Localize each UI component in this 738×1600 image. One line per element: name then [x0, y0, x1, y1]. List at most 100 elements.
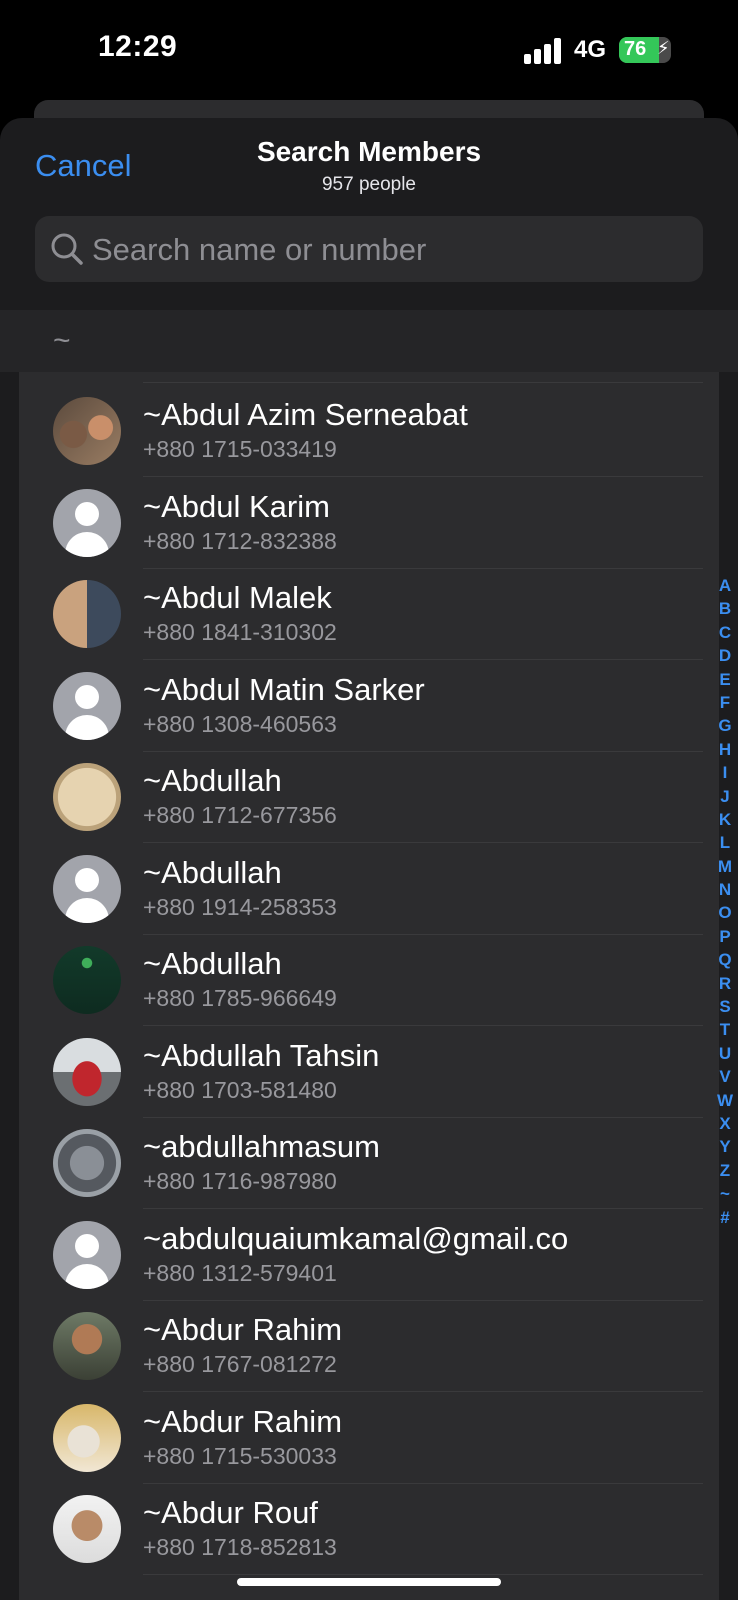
index-letter[interactable]: B [716, 597, 734, 620]
avatar [53, 1312, 121, 1380]
member-name: ~Abdul Azim Serneabat [143, 397, 468, 432]
row-separator [143, 1574, 703, 1575]
status-time: 12:29 [98, 30, 178, 63]
member-name: ~Abdullah Tahsin [143, 1037, 380, 1073]
member-phone: +880 1312-579401 [143, 1259, 337, 1286]
search-members-sheet: Cancel Search Members 957 people Search … [0, 118, 738, 1600]
index-letter[interactable]: C [716, 621, 734, 644]
avatar [53, 1495, 121, 1563]
index-letter[interactable]: A [716, 574, 734, 597]
avatar-head-shape [75, 684, 99, 709]
index-letter[interactable]: I [716, 761, 734, 784]
member-name: ~Abdullah [143, 763, 282, 798]
charging-bolt-icon: ⚡ [657, 38, 670, 58]
avatar-body-shape [65, 531, 109, 557]
member-name: ~Abdul Karim [143, 488, 330, 524]
avatar [53, 580, 121, 648]
member-name: ~Abdul Malek [143, 580, 332, 615]
alphabet-index[interactable]: A B C D E F G H I J K L M N O P Q R S T U V W X Y Z ~ # [716, 574, 734, 1229]
search-placeholder: Search name or number [92, 232, 427, 267]
member-count: 957 people [321, 174, 417, 195]
member-name: ~abdullahmasum [143, 1129, 380, 1164]
default-avatar-icon [53, 488, 121, 557]
member-row[interactable]: ~Abdur Rahim +880 1715-530033 [19, 1391, 719, 1484]
avatar-head-shape [75, 501, 99, 526]
index-letter[interactable]: L [716, 831, 734, 854]
member-phone: +880 1785-966649 [143, 985, 337, 1011]
avatar-body-shape [65, 714, 109, 740]
avatar [53, 763, 121, 831]
avatar [53, 1129, 121, 1197]
avatar [53, 397, 121, 465]
index-letter[interactable]: J [716, 785, 734, 808]
home-indicator[interactable] [237, 1578, 501, 1586]
index-letter[interactable]: V [716, 1065, 734, 1088]
index-letter[interactable]: F [716, 691, 734, 714]
sheet-title: Search Members [256, 136, 482, 167]
member-phone: +880 1712-832388 [143, 527, 337, 554]
section-label: ~ [53, 324, 71, 357]
cellular-signal-icon [524, 38, 564, 64]
member-phone: +880 1767-081272 [143, 1351, 337, 1377]
member-row[interactable]: ~Abdullah Tahsin +880 1703-581480 [19, 1025, 719, 1118]
default-avatar-icon [53, 854, 121, 923]
avatar [53, 1403, 121, 1472]
member-phone: +880 1715-033419 [143, 436, 337, 462]
index-letter[interactable]: N [716, 878, 734, 901]
avatar [53, 946, 121, 1014]
member-row[interactable]: ~Abdul Matin Sarker +880 1308-460563 [19, 659, 719, 752]
member-row[interactable]: ~Abdul Malek +880 1841-310302 [19, 567, 719, 660]
index-letter[interactable]: R [716, 972, 734, 995]
default-avatar-icon [53, 671, 121, 740]
member-row[interactable]: ~Abdullah +880 1785-966649 [19, 933, 719, 1026]
section-header: ~ [0, 310, 738, 372]
member-phone: +880 1712-677356 [143, 802, 337, 828]
index-letter[interactable]: Q [716, 948, 734, 971]
index-letter[interactable]: M [716, 855, 734, 878]
index-letter[interactable]: W [716, 1089, 734, 1112]
index-letter[interactable]: S [716, 995, 734, 1018]
list-separator [143, 382, 703, 383]
member-name: ~abdulquaiumkamal@gmail.co [143, 1220, 569, 1256]
index-letter[interactable]: D [716, 644, 734, 667]
index-letter[interactable]: P [716, 925, 734, 948]
member-row[interactable]: ~Abdullah +880 1712-677356 [19, 750, 719, 843]
member-row[interactable]: ~Abdur Rouf +880 1718-852813 [19, 1482, 719, 1575]
avatar-head-shape [75, 867, 99, 892]
member-row[interactable]: ~Abdur Rahim +880 1767-081272 [19, 1299, 719, 1392]
avatar-body-shape [65, 1263, 109, 1289]
member-row[interactable]: ~Abdul Karim +880 1712-832388 [19, 476, 719, 569]
avatar-head-shape [75, 1233, 99, 1258]
index-letter[interactable]: O [716, 901, 734, 924]
member-name: ~Abdullah [143, 854, 282, 890]
search-field[interactable]: Search name or number [35, 216, 703, 282]
network-type: 4G [574, 36, 607, 63]
index-letter[interactable]: Y [716, 1135, 734, 1158]
avatar-body-shape [65, 897, 109, 923]
index-letter[interactable]: H [716, 738, 734, 761]
battery-percent: 76 [624, 38, 647, 60]
index-letter[interactable]: U [716, 1042, 734, 1065]
member-phone: +880 1715-530033 [143, 1442, 337, 1469]
member-name: ~Abdur Rahim [143, 1312, 343, 1347]
index-letter[interactable]: E [716, 668, 734, 691]
index-letter[interactable]: X [716, 1112, 734, 1135]
index-letter[interactable]: G [716, 714, 734, 737]
status-bar: 12:29 4G 76 ⚡ [0, 0, 738, 100]
search-icon [51, 233, 83, 265]
index-letter[interactable]: K [716, 808, 734, 831]
member-row[interactable]: ~Abdul Azim Serneabat +880 1715-033419 [19, 384, 719, 477]
member-phone: +880 1718-852813 [143, 1534, 337, 1560]
battery-icon: 76 ⚡ [619, 37, 671, 63]
member-row[interactable]: ~Abdullah +880 1914-258353 [19, 842, 719, 935]
index-letter[interactable]: Z [716, 1159, 734, 1182]
member-row[interactable]: ~abdulquaiumkamal@gmail.co +880 1312-5794… [19, 1208, 719, 1301]
member-row[interactable]: ~abdullahmasum +880 1716-987980 [19, 1116, 719, 1209]
avatar [53, 1037, 121, 1106]
member-list[interactable]: ~Abdul Azim Serneabat +880 1715-033419 ~Ab… [19, 372, 719, 1600]
member-phone: +880 1716-987980 [143, 1168, 337, 1194]
index-letter[interactable]: T [716, 1018, 734, 1041]
index-letter[interactable]: # [716, 1206, 734, 1229]
member-name: ~Abdullah [143, 946, 282, 981]
index-letter[interactable]: ~ [716, 1182, 734, 1205]
